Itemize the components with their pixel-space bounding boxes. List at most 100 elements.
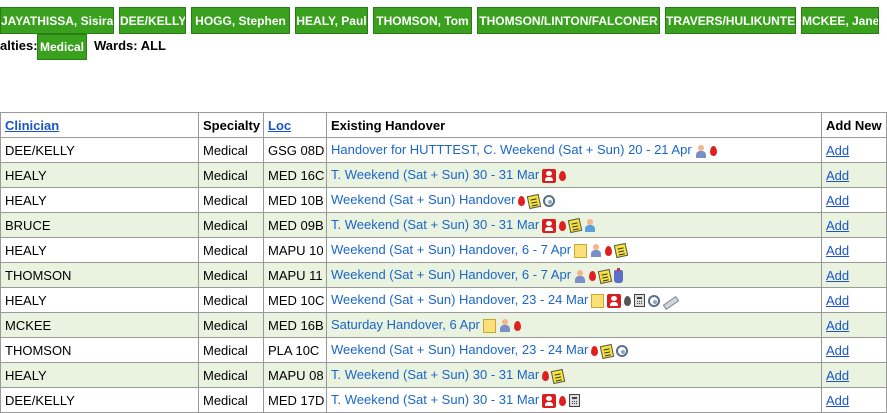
specialty-cell: Medical [198,337,264,363]
blood-drop-dark-icon[interactable] [624,295,632,306]
person-icon[interactable] [574,269,586,283]
add-cell[interactable]: Add [821,212,887,238]
add-cell-link[interactable]: Add [826,268,849,283]
calculator-icon[interactable] [634,294,646,308]
header-specialty: Specialty [198,112,264,138]
clinician-button-jayathissa[interactable]: JAYATHISSA, Sisira [0,7,114,34]
add-cell-link[interactable]: Add [826,293,849,308]
clinician-button-hogg[interactable]: HOGG, Stephen [191,7,290,34]
add-cell-link[interactable]: Add [826,393,849,408]
blood-drop-icon[interactable] [513,320,521,331]
person-icon[interactable] [590,244,602,258]
specialty-cell: Medical [198,162,264,188]
clinician-button-mckee[interactable]: MCKEE, Jane [801,7,879,34]
handover-link[interactable]: T. Weekend (Sat + Sun) 30 - 31 Mar [331,392,539,407]
specialty-cell: Medical [198,387,264,413]
header-clinician[interactable]: Clinician [0,112,199,138]
add-cell[interactable]: Add [821,187,887,213]
table-row: MCKEE Medical MED 16B Saturday Handover, 6 … [0,312,887,338]
notepad-icon[interactable] [600,343,615,359]
add-cell-link[interactable]: Add [826,343,849,358]
clinician-button-thomson[interactable]: THOMSON, Tom [373,7,472,34]
table-row: HEALY Medical MAPU 10 Weekend (Sat + Sun) H… [0,237,887,263]
handover-cell: Weekend (Sat + Sun) Handover [326,187,822,213]
clinician-button-travers-hulikunte[interactable]: TRAVERS/HULIKUNTE [665,7,796,34]
clinician-button-healy[interactable]: HEALY, Paul [295,7,368,34]
person-blue-icon[interactable] [584,219,596,233]
handover-link[interactable]: Saturday Handover, 6 Apr [331,317,480,332]
handover-cell: T. Weekend (Sat + Sun) 30 - 31 Mar [326,387,822,413]
stethoscope-icon[interactable] [543,195,556,208]
clinician-button-thomson-linton-falconer[interactable]: THOMSON/LINTON/FALCONER [477,7,660,34]
add-cell-link[interactable]: Add [826,218,849,233]
loc-cell: MAPU 11 [263,262,327,288]
blood-drop-icon[interactable] [559,395,567,406]
add-cell[interactable]: Add [821,162,887,188]
add-cell-link[interactable]: Add [826,368,849,383]
specialty-cell: Medical [198,312,264,338]
loc-sort-link[interactable]: Loc [268,118,291,133]
blood-drop-icon[interactable] [605,245,613,256]
add-cell-link[interactable]: Add [826,318,849,333]
handover-link[interactable]: T. Weekend (Sat + Sun) 30 - 31 Mar [331,367,539,382]
add-cell[interactable]: Add [821,312,887,338]
blood-drop-icon[interactable] [589,271,597,282]
syringe-icon[interactable] [663,295,680,310]
blood-drop-icon[interactable] [559,220,567,231]
stethoscope-icon[interactable] [616,345,629,358]
handover-link[interactable]: Weekend (Sat + Sun) Handover, 6 - 7 Apr [331,267,571,282]
clinician-sort-link[interactable]: Clinician [5,118,59,133]
specialty-button-medical[interactable]: Medical [37,34,87,60]
add-cell[interactable]: Add [821,262,887,288]
filter-row: alties: Medical Wards: ALL [0,34,887,60]
blood-drop-icon[interactable] [709,146,717,157]
red-card-icon[interactable] [542,393,557,408]
blood-drop-icon[interactable] [518,196,526,207]
add-cell-link[interactable]: Add [826,168,849,183]
add-cell[interactable]: Add [821,237,887,263]
handover-link[interactable]: Weekend (Sat + Sun) Handover, 6 - 7 Apr [331,242,571,257]
bottle-icon[interactable] [614,267,624,283]
notepad-icon[interactable] [551,368,566,384]
calculator-icon[interactable] [569,394,581,408]
handover-link[interactable]: T. Weekend (Sat + Sun) 30 - 31 Mar [331,217,539,232]
notepad-icon[interactable] [613,243,629,259]
add-cell[interactable]: Add [821,337,887,363]
handover-link[interactable]: Weekend (Sat + Sun) Handover, 23 - 24 Ma… [331,292,588,307]
red-card-icon[interactable] [607,293,622,308]
note-icon[interactable] [574,243,588,258]
handover-link[interactable]: T. Weekend (Sat + Sun) 30 - 31 Mar [331,167,539,182]
handover-cell: T. Weekend (Sat + Sun) 30 - 31 Mar [326,212,822,238]
handover-link[interactable]: Weekend (Sat + Sun) Handover, 23 - 24 Ma… [331,342,588,357]
note-icon[interactable] [482,318,496,333]
add-cell[interactable]: Add [821,137,887,163]
table-row: DEE/KELLY Medical GSG 08D Handover for HUTT… [0,137,887,163]
notepad-icon[interactable] [527,193,542,209]
notepad-icon[interactable] [568,218,583,234]
add-cell[interactable]: Add [821,362,887,388]
blood-drop-icon[interactable] [591,346,599,357]
blood-drop-icon[interactable] [559,170,567,181]
note-icon[interactable] [591,293,605,308]
red-card-icon[interactable] [542,168,557,183]
add-cell-link[interactable]: Add [826,243,849,258]
handover-link[interactable]: Handover for HUTTTEST, C. Weekend (Sat +… [331,142,692,157]
add-cell-link[interactable]: Add [826,143,849,158]
red-card-icon[interactable] [542,218,557,233]
blood-drop-icon[interactable] [542,371,550,382]
header-loc[interactable]: Loc [263,112,327,138]
handover-cell: Weekend (Sat + Sun) Handover, 23 - 24 Ma… [326,287,822,313]
handover-cell: T. Weekend (Sat + Sun) 30 - 31 Mar [326,162,822,188]
clinician-cell: HEALY [0,287,199,313]
table-row: THOMSON Medical MAPU 11 Weekend (Sat + Sun)… [0,262,887,288]
add-cell[interactable]: Add [821,287,887,313]
specialty-cell: Medical [198,212,264,238]
add-cell[interactable]: Add [821,387,887,413]
add-cell-link[interactable]: Add [826,193,849,208]
handover-link[interactable]: Weekend (Sat + Sun) Handover [331,192,515,207]
person-icon[interactable] [695,144,707,158]
person-icon[interactable] [499,319,511,333]
clinician-button-dee-kelly[interactable]: DEE/KELLY [119,7,186,34]
stethoscope-icon[interactable] [648,294,661,307]
notepad-icon[interactable] [597,268,613,284]
